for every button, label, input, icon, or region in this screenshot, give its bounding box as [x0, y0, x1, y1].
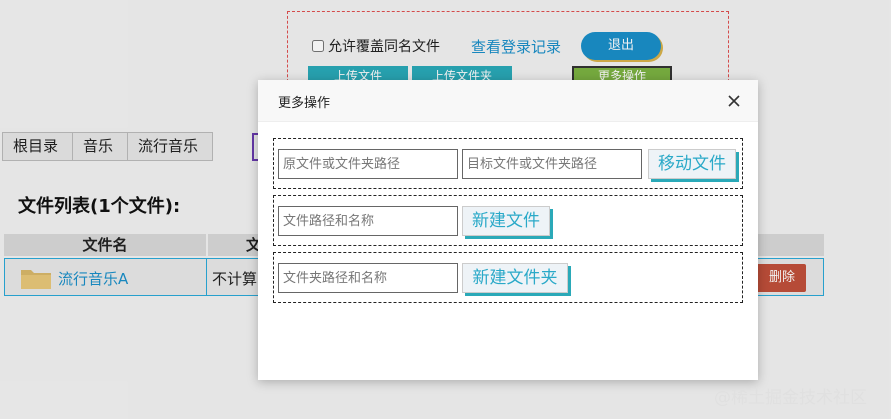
source-path-input[interactable] — [278, 149, 458, 179]
dialog-title: 更多操作 — [278, 96, 331, 111]
dialog-header: 更多操作 — [258, 80, 758, 122]
target-path-input[interactable] — [462, 149, 642, 179]
new-file-section: 新建文件 — [273, 195, 743, 246]
new-file-button[interactable]: 新建文件 — [462, 206, 550, 236]
move-file-section: 移动文件 — [273, 138, 743, 189]
close-icon[interactable] — [726, 93, 742, 109]
watermark: @稀土掘金技术社区 — [714, 388, 867, 408]
folder-path-input[interactable] — [278, 263, 458, 293]
move-file-button[interactable]: 移动文件 — [648, 149, 736, 179]
file-path-input[interactable] — [278, 206, 458, 236]
new-folder-section: 新建文件夹 — [273, 252, 743, 303]
more-ops-dialog: 更多操作 移动文件 新建文件 新建文件夹 — [258, 80, 758, 380]
new-folder-button[interactable]: 新建文件夹 — [462, 263, 568, 293]
